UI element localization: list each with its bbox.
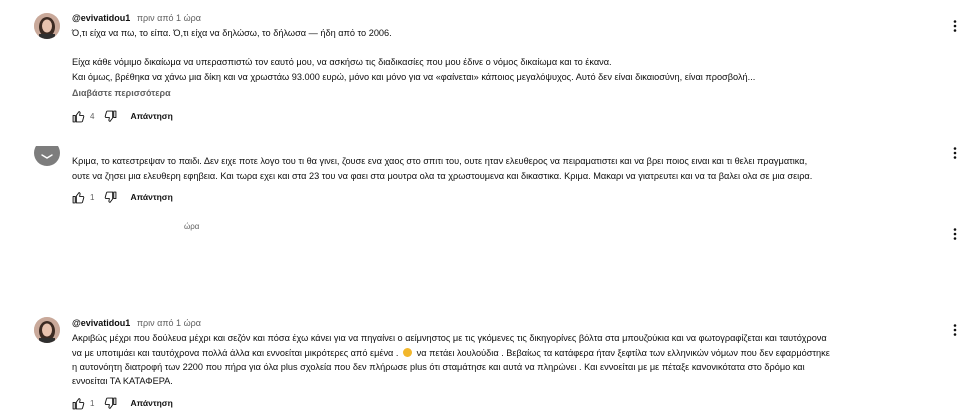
vertical-ellipsis-icon[interactable] [951,227,959,241]
comment-actions: 1 Απάντηση [70,189,173,205]
comment-text-line: η αυτονόητη διατροφή των 2200 που πήρα γ… [72,362,805,372]
comment-text-line: εννοείται ΤΑ ΚΑΤΑΦΕΡΑ. [72,376,173,386]
comment-text-line: να με υποτιμάει και ταυτόχρονα πολλά άλλ… [72,346,830,361]
thumbs-down-icon[interactable] [102,189,118,205]
comment-time[interactable]: πριν από 1 ώρα [137,13,201,23]
surprised-face-emoji [403,348,413,357]
comment-author[interactable]: @evivatidou1 [72,13,130,23]
comment-author[interactable]: @evivatidou1 [72,318,130,328]
thumbs-down-icon[interactable] [102,395,118,411]
thumbs-up-icon[interactable] [70,189,86,205]
thumbs-up-icon[interactable] [70,395,86,411]
vertical-ellipsis-icon[interactable] [951,19,959,33]
avatar[interactable] [34,317,60,343]
comment-text-line: Ό,τι είχα να πω, το είπα. Ό,τι είχα να δ… [72,28,392,38]
read-more-link[interactable]: Διαβάστε περισσότερα [72,88,171,98]
comment-meta: @evivatidou1 πριν από 1 ώρα [72,317,201,329]
comment-text-segment: να πετάει λουλούδια . Βεβαίως τα κατάφερ… [416,348,830,358]
thumbs-up-icon[interactable] [70,108,86,124]
comment-time: ώρα [184,222,200,231]
comment-actions: 4 Απάντηση [70,108,173,124]
comment-time[interactable]: πριν από 1 ώρα [137,318,201,328]
vertical-ellipsis-icon[interactable] [951,323,959,337]
like-count: 1 [90,192,95,202]
comment-text-line: Κριμα, το κατεστρεψαν το παιδι. Δεν ειχε… [72,156,808,166]
avatar[interactable] [34,13,60,39]
like-count: 1 [90,398,95,408]
reply-button[interactable]: Απάντηση [130,398,172,408]
comment-meta: @evivatidou1 πριν από 1 ώρα [72,12,201,24]
comment-text-line: Ακριβώς μέχρι που δούλευα μέχρι και σεζό… [72,333,827,343]
comment-text-line: Είχα κάθε νόμιμο δικαίωμα να υπερασπιστώ… [72,57,612,67]
vertical-ellipsis-icon[interactable] [951,146,959,160]
comment-text-line: Και όμως, βρέθηκα να χάνω μια δίκη και ν… [72,72,756,82]
like-count: 4 [90,111,95,121]
comment-text-segment: να με υποτιμάει και ταυτόχρονα πολλά άλλ… [72,348,399,358]
thumbs-down-icon[interactable] [102,108,118,124]
reply-button[interactable]: Απάντηση [130,192,172,202]
avatar[interactable] [34,146,60,166]
comment-actions: 1 Απάντηση [70,395,173,411]
reply-button[interactable]: Απάντηση [130,111,172,121]
comment-text-line: ουτε να ζησει μια ελευθερη εφηβεια. Και … [72,171,813,181]
